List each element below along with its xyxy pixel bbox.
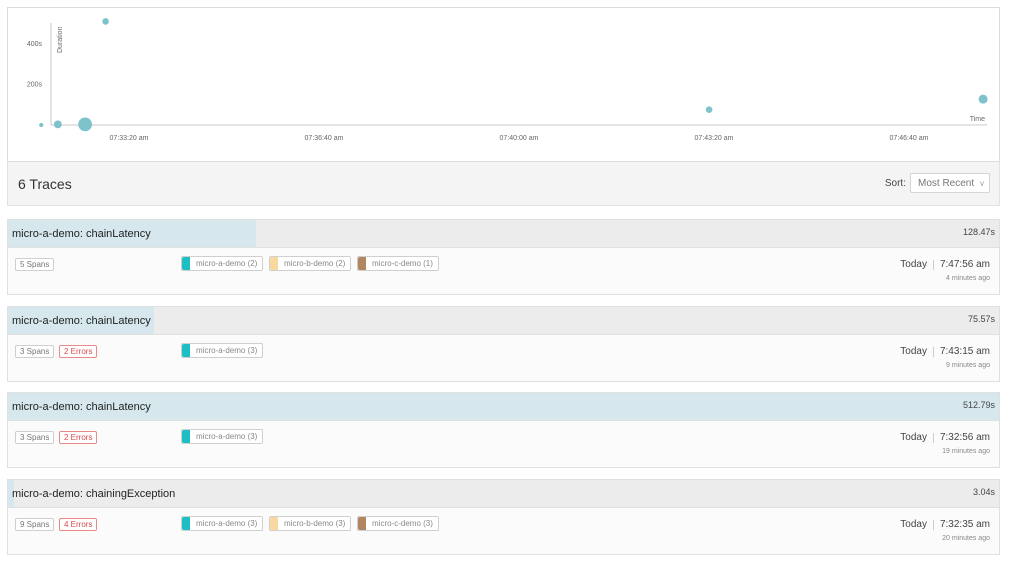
- trace-point[interactable]: [39, 122, 44, 128]
- trace-title[interactable]: micro-a-demo: chainingException: [12, 488, 175, 500]
- service-tag-label: micro-b-demo (3): [284, 519, 346, 528]
- trace-body: 9 Spans 4 Errors micro-a-demo (3) micro-b-d…: [8, 508, 999, 555]
- traces-count: 6 Traces: [18, 176, 72, 192]
- service-tag-label: micro-a-demo (3): [196, 432, 258, 441]
- service-tag: micro-a-demo (2): [181, 256, 264, 271]
- trace-duration-bar: [8, 393, 999, 420]
- x-tick-label: 07:46:40 am: [890, 135, 929, 142]
- y-tick-label: 400s: [27, 41, 43, 48]
- trace-start-time: Today 7:32:35 am: [900, 519, 990, 530]
- trace-relative-time: 19 minutes ago: [942, 448, 990, 455]
- service-tag: micro-c-demo (1): [357, 256, 439, 271]
- trace-time: 7:47:56 am: [939, 259, 990, 270]
- service-tag-label: micro-c-demo (3): [372, 519, 433, 528]
- trace-date: Today: [900, 519, 927, 530]
- trace-title-bar: micro-a-demo: chainLatency 512.79s: [8, 393, 999, 421]
- divider: [932, 346, 934, 357]
- trace-date: Today: [900, 259, 927, 270]
- service-tag: micro-b-demo (3): [269, 516, 352, 531]
- trace-duration: 75.57s: [967, 314, 995, 324]
- trace-title[interactable]: micro-a-demo: chainLatency: [12, 315, 151, 327]
- trace-body: 5 Spans micro-a-demo (2) micro-b-demo (2) m…: [8, 248, 999, 295]
- x-tick-label: 07:36:40 am: [305, 135, 344, 142]
- trace-scatter-chart: Duration Time 200s 400s 07:33:20 am 07:36:…: [7, 7, 1000, 162]
- service-tag: micro-a-demo (3): [181, 429, 264, 444]
- trace-relative-time: 20 minutes ago: [942, 535, 990, 542]
- service-color-swatch: [270, 257, 278, 270]
- sort-select-value: Most Recent: [918, 177, 975, 189]
- service-color-swatch: [270, 517, 278, 530]
- trace-relative-time: 4 minutes ago: [946, 275, 990, 282]
- x-tick-label: 07:33:20 am: [110, 135, 149, 142]
- error-count-badge: 2 Errors: [59, 431, 98, 444]
- trace-relative-time: 9 minutes ago: [946, 362, 990, 369]
- service-color-swatch: [182, 344, 190, 357]
- trace-date: Today: [900, 346, 927, 357]
- sort-select[interactable]: Most Recent ∨: [910, 173, 990, 193]
- trace-point[interactable]: [978, 94, 988, 104]
- sort-control: Sort: Most Recent ∨: [885, 173, 990, 193]
- trace-body: 3 Spans 2 Errors micro-a-demo (3) Today 7:32…: [8, 421, 999, 468]
- trace-time: 7:43:15 am: [939, 346, 990, 357]
- x-tick-label: 07:43:20 am: [695, 135, 734, 142]
- x-axis-label: Time: [970, 116, 985, 123]
- service-color-swatch: [182, 430, 190, 443]
- service-tag-label: micro-a-demo (3): [196, 519, 258, 528]
- span-count-badge: 3 Spans: [15, 431, 55, 444]
- error-count-badge: 2 Errors: [59, 345, 98, 358]
- span-count-badge: 5 Spans: [15, 258, 55, 271]
- traces-header: 6 Traces Sort: Most Recent ∨: [7, 162, 1000, 206]
- service-tag: micro-c-demo (3): [357, 516, 439, 531]
- service-tag-label: micro-a-demo (3): [196, 346, 258, 355]
- trace-duration: 512.79s: [962, 400, 995, 410]
- trace-time: 7:32:35 am: [939, 519, 990, 530]
- trace-date: Today: [900, 432, 927, 443]
- trace-item[interactable]: micro-a-demo: chainLatency 128.47s 5 Spans…: [7, 219, 1000, 295]
- error-count-badge: 4 Errors: [59, 518, 98, 531]
- trace-point[interactable]: [705, 106, 713, 113]
- trace-title-bar: micro-a-demo: chainLatency 75.57s: [8, 307, 999, 335]
- trace-title-bar: micro-a-demo: chainingException 3.04s: [8, 480, 999, 508]
- trace-title-bar: micro-a-demo: chainLatency 128.47s: [8, 220, 999, 248]
- trace-item[interactable]: micro-a-demo: chainingException 3.04s 9 Sp…: [7, 479, 1000, 555]
- trace-duration: 128.47s: [962, 227, 995, 237]
- service-tag: micro-a-demo (3): [181, 516, 264, 531]
- span-count-badge: 3 Spans: [15, 345, 55, 358]
- trace-start-time: Today 7:32:56 am: [900, 432, 990, 443]
- divider: [932, 259, 934, 270]
- divider: [932, 432, 934, 443]
- service-tag-label: micro-b-demo (2): [284, 259, 346, 268]
- y-tick-label: 200s: [27, 82, 43, 89]
- service-tag-label: micro-c-demo (1): [372, 259, 433, 268]
- trace-start-time: Today 7:47:56 am: [900, 259, 990, 270]
- divider: [932, 519, 934, 530]
- span-count-badge: 9 Spans: [15, 518, 55, 531]
- service-color-swatch: [358, 517, 366, 530]
- trace-title[interactable]: micro-a-demo: chainLatency: [12, 228, 151, 240]
- sort-label: Sort:: [884, 177, 906, 189]
- trace-title[interactable]: micro-a-demo: chainLatency: [12, 401, 151, 413]
- trace-start-time: Today 7:43:15 am: [900, 346, 990, 357]
- service-color-swatch: [182, 257, 190, 270]
- scatter-plot: Duration Time 200s 400s 07:33:20 am 07:36:…: [27, 18, 988, 142]
- trace-duration: 3.04s: [972, 487, 995, 497]
- x-tick-label: 07:40:00 am: [500, 135, 539, 142]
- trace-point[interactable]: [53, 120, 62, 129]
- service-tag: micro-b-demo (2): [269, 256, 352, 271]
- trace-point[interactable]: [78, 117, 93, 132]
- trace-item[interactable]: micro-a-demo: chainLatency 75.57s 3 Spans 2…: [7, 306, 1000, 382]
- trace-point[interactable]: [102, 18, 109, 25]
- trace-time: 7:32:56 am: [939, 432, 990, 443]
- service-tag: micro-a-demo (3): [181, 343, 264, 358]
- service-tag-label: micro-a-demo (2): [196, 259, 258, 268]
- service-color-swatch: [182, 517, 190, 530]
- service-color-swatch: [358, 257, 366, 270]
- chevron-down-icon: ∨: [979, 178, 985, 188]
- trace-item[interactable]: micro-a-demo: chainLatency 512.79s 3 Spans…: [7, 392, 1000, 468]
- trace-body: 3 Spans 2 Errors micro-a-demo (3) Today 7:43…: [8, 335, 999, 382]
- y-axis-label: Duration: [57, 26, 64, 53]
